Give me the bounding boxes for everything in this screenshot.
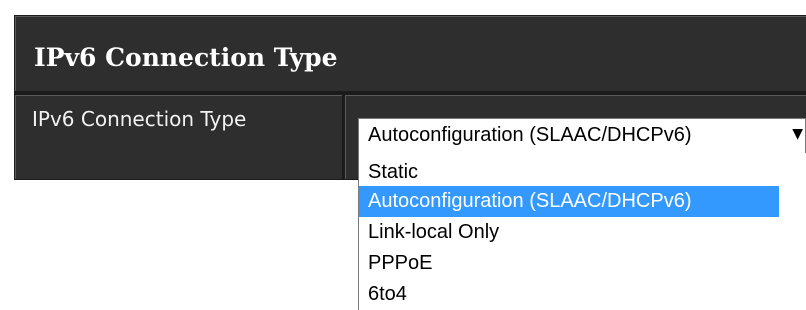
option-link-local-only[interactable]: Link-local Only [359,217,806,248]
connection-type-label: IPv6 Connection Type [32,107,247,131]
option-6to4[interactable]: 6to4 [359,279,806,310]
option-static[interactable]: Static [359,157,806,188]
stage: IPv6 Connection Type IPv6 Connection Typ… [0,0,806,310]
connection-type-dropdown-list: Static Autoconfiguration (SLAAC/DHCPv6) … [358,153,806,310]
panel-title: IPv6 Connection Type [34,43,338,72]
select-current-value: Autoconfiguration (SLAAC/DHCPv6) [368,124,692,146]
connection-type-select[interactable]: Autoconfiguration (SLAAC/DHCPv6) ▼ [358,118,806,154]
option-autoconfiguration[interactable]: Autoconfiguration (SLAAC/DHCPv6) [359,186,779,217]
label-cell: IPv6 Connection Type [15,95,342,179]
option-pppoe[interactable]: PPPoE [359,248,806,279]
chevron-down-icon[interactable]: ▼ [792,126,803,142]
panel-header: IPv6 Connection Type [15,16,806,91]
